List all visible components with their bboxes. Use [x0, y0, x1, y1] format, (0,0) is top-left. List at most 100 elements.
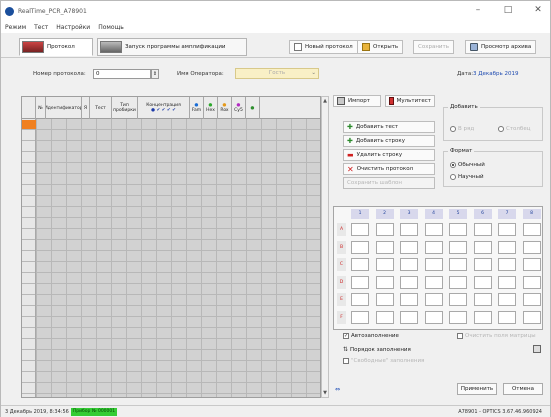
delete-row-button[interactable]: ▬ Удалить строку: [343, 149, 435, 161]
plate-well[interactable]: [375, 310, 394, 324]
plate-well[interactable]: [351, 223, 369, 236]
grid-scrollbar[interactable]: ▲ ▼: [321, 96, 329, 398]
import-button[interactable]: Импорт: [333, 95, 381, 107]
plate-well[interactable]: [522, 223, 541, 236]
plate-well[interactable]: [522, 310, 541, 324]
plate-well[interactable]: [351, 310, 369, 324]
swap-arrows-icon[interactable]: ⇔: [335, 386, 340, 393]
plate-well[interactable]: [424, 275, 443, 289]
plate-column-header[interactable]: 3: [400, 209, 418, 219]
new-protocol-button[interactable]: Новый протокол: [289, 40, 358, 54]
col-concentration[interactable]: Концентрация ● ✔ ✔ ✔ ✔: [138, 97, 190, 119]
col-cy5[interactable]: ● Cy5: [232, 97, 246, 119]
format-normal-radio[interactable]: Обычный: [450, 162, 485, 168]
operator-select[interactable]: Гость ⌄: [235, 68, 319, 79]
apply-button[interactable]: Применить: [457, 383, 497, 395]
close-button[interactable]: ✕: [532, 5, 544, 15]
col-fam[interactable]: ● Fam: [190, 97, 204, 119]
plate-well[interactable]: [473, 223, 492, 236]
plate-well[interactable]: [375, 293, 394, 306]
tab-protocol[interactable]: Протокол: [19, 38, 93, 56]
col-identifier[interactable]: Идентификатор: [46, 97, 82, 119]
add-test-button[interactable]: ✚ Добавить тест: [343, 121, 435, 133]
protocol-number-input[interactable]: 0: [93, 69, 151, 79]
plate-well[interactable]: [522, 293, 541, 306]
plate-well[interactable]: [473, 293, 492, 306]
plate-row-header[interactable]: E: [337, 293, 346, 306]
plate-well[interactable]: [498, 258, 516, 271]
plate-well[interactable]: [498, 310, 516, 324]
plate-well[interactable]: [424, 293, 443, 306]
plate-column-header[interactable]: 6: [473, 209, 492, 219]
plate-well[interactable]: [473, 275, 492, 289]
menu-settings[interactable]: Настройки: [56, 24, 90, 31]
menu-help[interactable]: Помощь: [98, 24, 124, 31]
fill-order-row[interactable]: ⇅ Порядок заполнения: [343, 346, 411, 353]
format-scientific-radio[interactable]: Научный: [450, 174, 484, 180]
plate-well[interactable]: [449, 223, 467, 236]
plate-well[interactable]: [424, 223, 443, 236]
scroll-up-icon[interactable]: ▲: [322, 98, 328, 104]
plate-well[interactable]: [522, 258, 541, 271]
cancel-button[interactable]: Отмена: [503, 383, 543, 395]
plate-row-header[interactable]: F: [337, 310, 346, 324]
plate-well[interactable]: [473, 258, 492, 271]
plate-well[interactable]: [449, 275, 467, 289]
tab-run-amplification[interactable]: Запуск программы амплификации: [97, 38, 247, 56]
save-button[interactable]: Сохранить: [413, 40, 454, 54]
plate-well[interactable]: [424, 258, 443, 271]
plate-well[interactable]: [400, 223, 418, 236]
plate-well[interactable]: [498, 223, 516, 236]
plate-well[interactable]: [449, 258, 467, 271]
col-number[interactable]: №: [36, 97, 46, 119]
plate-well[interactable]: [351, 275, 369, 289]
col-hex[interactable]: ● Hex: [204, 97, 218, 119]
plate-well[interactable]: [351, 240, 369, 254]
clear-plate-checkbox[interactable]: Очистить поля матрицы: [457, 333, 536, 339]
plate-well[interactable]: [522, 240, 541, 254]
plate-column-header[interactable]: 8: [522, 209, 541, 219]
plate-well[interactable]: [498, 293, 516, 306]
maximize-button[interactable]: □: [502, 5, 514, 15]
plate-column-header[interactable]: 2: [375, 209, 394, 219]
plate-well[interactable]: [449, 310, 467, 324]
plate-well[interactable]: [400, 240, 418, 254]
plate-row-header[interactable]: C: [337, 258, 346, 271]
plate-column-header[interactable]: 5: [449, 209, 467, 219]
plate-well[interactable]: [424, 240, 443, 254]
plate-well[interactable]: [375, 240, 394, 254]
multitest-button[interactable]: Мультитест: [385, 95, 435, 107]
plate-well[interactable]: [400, 310, 418, 324]
autofill-checkbox[interactable]: ✓ Автозаполнение: [343, 333, 399, 339]
col-extra[interactable]: ●: [246, 97, 260, 119]
plate-well[interactable]: [375, 258, 394, 271]
menu-mode[interactable]: Режим: [5, 24, 26, 31]
plate-well[interactable]: [424, 310, 443, 324]
col-test[interactable]: Тест: [90, 97, 112, 119]
scroll-down-icon[interactable]: ▼: [322, 390, 328, 396]
plate-well[interactable]: [449, 240, 467, 254]
protocol-number-spinner[interactable]: ⇕: [151, 69, 159, 79]
clear-protocol-button[interactable]: ✕ Очистить протокол: [343, 163, 435, 175]
plate-well[interactable]: [498, 275, 516, 289]
plate-matrix[interactable]: 12345678 ABCDEF: [333, 206, 543, 330]
plate-well[interactable]: [400, 258, 418, 271]
save-template-button[interactable]: Сохранить шаблон: [343, 177, 435, 189]
col-tube-type[interactable]: Тип пробирки: [112, 97, 138, 119]
plate-well[interactable]: [498, 240, 516, 254]
plate-well[interactable]: [400, 275, 418, 289]
grid-body[interactable]: [22, 119, 320, 397]
plate-well[interactable]: [400, 293, 418, 306]
plate-row-header[interactable]: B: [337, 240, 346, 254]
col-ya[interactable]: Я: [82, 97, 90, 119]
plate-well[interactable]: [473, 240, 492, 254]
plate-row-header[interactable]: D: [337, 275, 346, 289]
plate-column-header[interactable]: 1: [351, 209, 369, 219]
open-button[interactable]: Открыть: [357, 40, 404, 54]
plate-column-header[interactable]: 4: [424, 209, 443, 219]
view-archive-button[interactable]: Просмотр архива: [465, 40, 537, 54]
free-fill-checkbox[interactable]: "Свободные" заполнения: [343, 358, 424, 364]
protocol-grid[interactable]: № Идентификатор Я Тест Тип пробирки Конц…: [21, 96, 321, 398]
plate-well[interactable]: [449, 293, 467, 306]
menu-test[interactable]: Тест: [34, 24, 48, 31]
